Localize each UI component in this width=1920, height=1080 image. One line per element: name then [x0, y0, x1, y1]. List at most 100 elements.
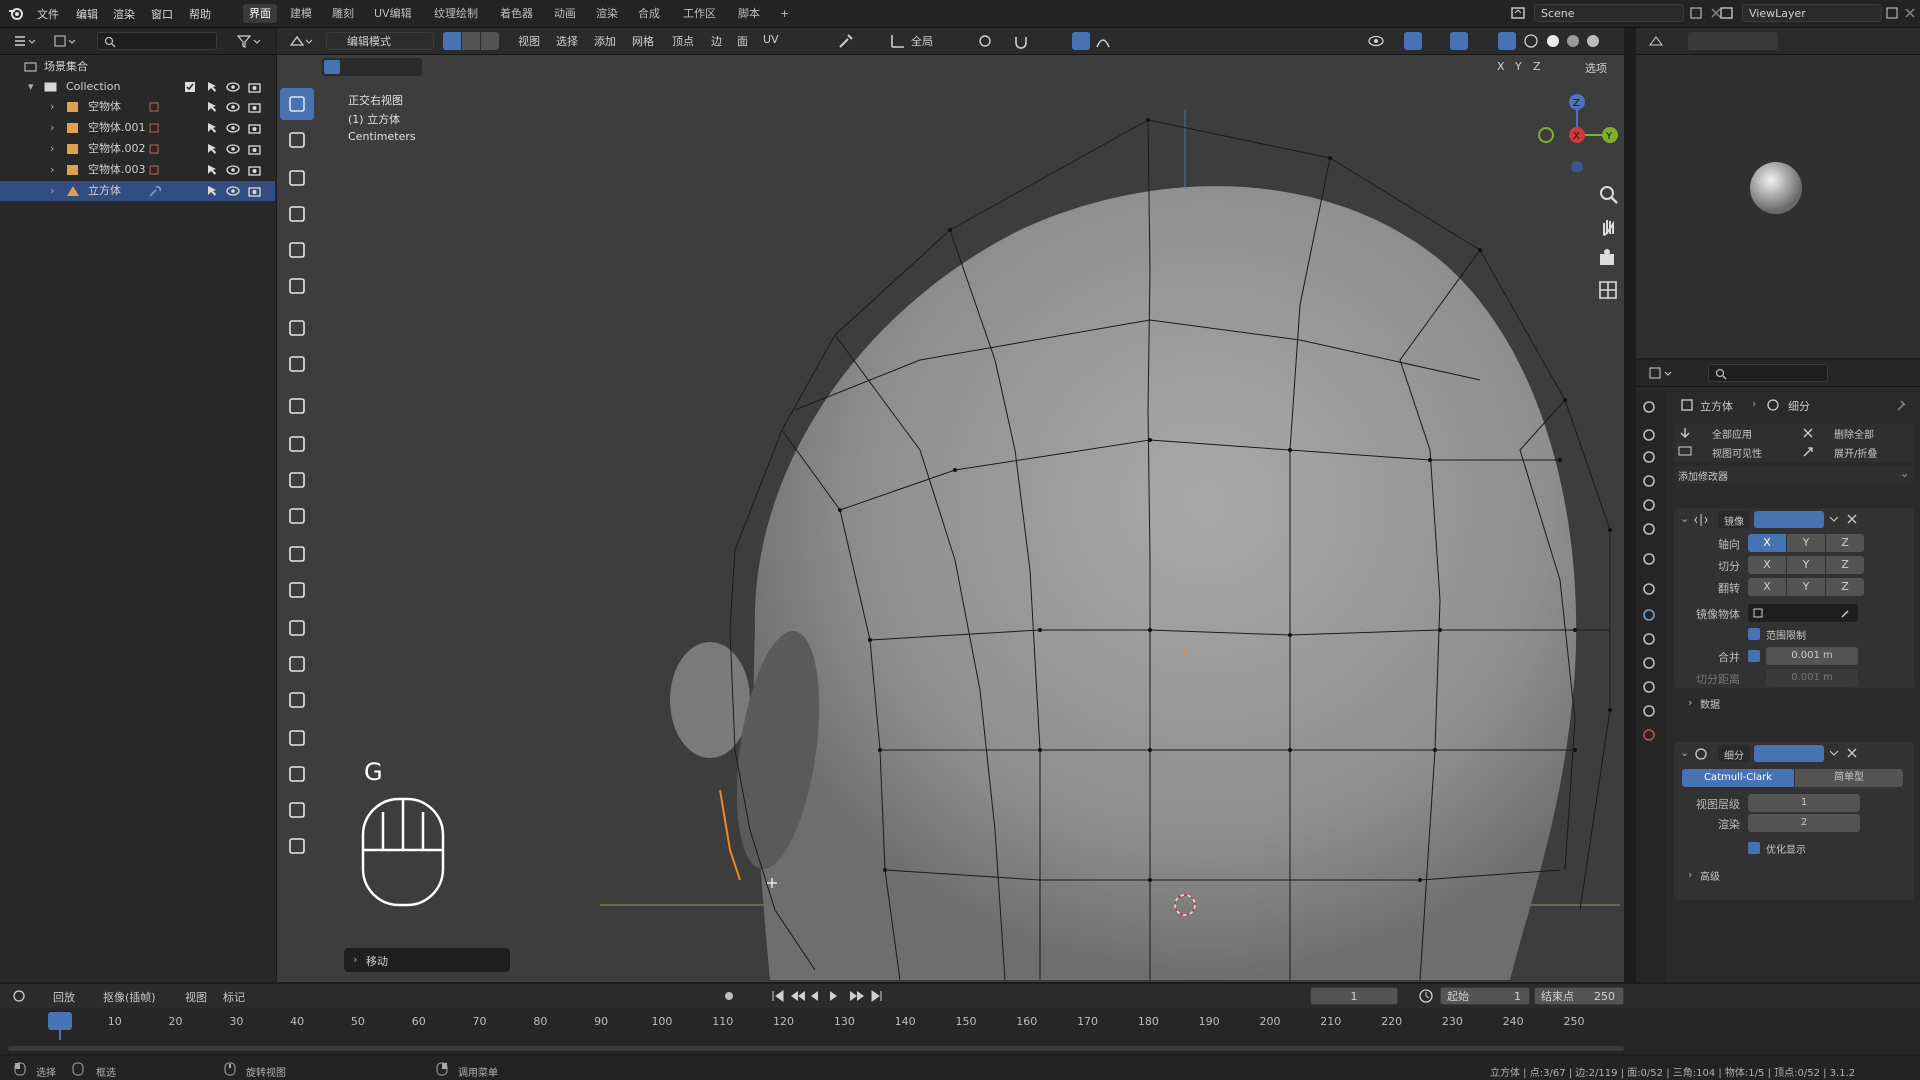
- menu-playback[interactable]: 回放: [53, 989, 75, 1005]
- vertex-select-button[interactable]: [443, 32, 461, 50]
- end-frame-field[interactable]: 结束点 250: [1534, 987, 1624, 1005]
- menu-render[interactable]: 渲染: [113, 6, 135, 22]
- optimal-display-checkbox[interactable]: [1748, 842, 1760, 854]
- properties-search-input[interactable]: [1708, 364, 1828, 382]
- start-frame-field[interactable]: 起始 1: [1440, 987, 1530, 1005]
- menu-edge[interactable]: 边: [711, 33, 722, 49]
- data-subpanel[interactable]: › 数据: [1674, 694, 1914, 712]
- preview-editor-type-icon[interactable]: [1648, 33, 1674, 49]
- add-modifier-dropdown[interactable]: 添加修改器 ⌄: [1674, 466, 1914, 484]
- subdivision-display-toggles[interactable]: [1754, 745, 1824, 762]
- mirror-display-toggles[interactable]: [1754, 511, 1824, 528]
- scene-icon[interactable]: [1510, 5, 1528, 21]
- viewlayer-icon[interactable]: [1718, 5, 1736, 21]
- tool-button-transform[interactable]: [280, 270, 314, 302]
- tab-shading[interactable]: 着色器: [494, 4, 539, 23]
- bisect-y[interactable]: Y: [1787, 556, 1825, 574]
- tree-scene-collection[interactable]: 场景集合: [0, 57, 275, 77]
- proportional-edit-toggle[interactable]: [1072, 32, 1090, 50]
- pivot-icon[interactable]: [976, 31, 1008, 51]
- last-operator-panel[interactable]: › 移动: [344, 948, 510, 972]
- visibility-selectability-icon[interactable]: [1366, 31, 1392, 51]
- new-viewlayer-icon[interactable]: [1884, 5, 1900, 21]
- menu-marker[interactable]: 标记: [223, 989, 245, 1005]
- properties-tab-render[interactable]: [1640, 426, 1662, 448]
- tool-button-rotate[interactable]: [280, 198, 314, 230]
- properties-tab-tool[interactable]: [1640, 398, 1662, 420]
- camera-view-icon[interactable]: [1596, 246, 1622, 272]
- catmull-clark-button[interactable]: Catmull-Clark: [1682, 769, 1794, 787]
- bisect-x[interactable]: X: [1748, 556, 1786, 574]
- tab-rendering[interactable]: 渲染: [590, 4, 624, 23]
- mirror-object-field[interactable]: [1748, 604, 1858, 622]
- subdivision-name-field[interactable]: 细分: [1718, 745, 1750, 762]
- menu-select[interactable]: 选择: [556, 33, 578, 49]
- eyedropper-icon[interactable]: [836, 31, 858, 51]
- properties-tab-scene[interactable]: [1640, 496, 1662, 518]
- overlay-toggle[interactable]: [1450, 32, 1468, 50]
- select-new-button[interactable]: [324, 60, 340, 74]
- tab-compositing[interactable]: 合成: [632, 4, 666, 23]
- properties-tab-view-layer[interactable]: [1640, 472, 1662, 494]
- advanced-label[interactable]: 高级: [1700, 868, 1720, 883]
- outliner-search-input[interactable]: [97, 32, 217, 50]
- menu-file[interactable]: 文件: [37, 6, 59, 22]
- tab-layout[interactable]: 界面: [243, 4, 277, 23]
- menu-vertex[interactable]: 顶点: [672, 33, 694, 49]
- add-workspace-button[interactable]: +: [774, 4, 795, 23]
- expand-arrow-icon[interactable]: ▾: [28, 77, 34, 97]
- snap-icon[interactable]: [1012, 31, 1052, 51]
- preview-mode-selector[interactable]: [1688, 32, 1778, 50]
- current-frame-field[interactable]: 1: [1310, 987, 1398, 1005]
- options-dropdown[interactable]: 选项: [1585, 60, 1607, 76]
- eye-icon[interactable]: [226, 143, 240, 155]
- viewport-visibility-button[interactable]: 视图可见性: [1712, 445, 1762, 460]
- menu-help[interactable]: 帮助: [189, 6, 211, 22]
- camera-icon[interactable]: [248, 164, 262, 176]
- viewport-levels-field[interactable]: 1: [1748, 794, 1860, 812]
- tool-button-inset[interactable]: [280, 464, 314, 496]
- flip-y[interactable]: Y: [1787, 578, 1825, 596]
- close-icon[interactable]: [1846, 513, 1858, 525]
- bisect-z[interactable]: Z: [1826, 556, 1864, 574]
- expand-arrow-icon[interactable]: ›: [50, 97, 54, 117]
- camera-icon[interactable]: [248, 143, 262, 155]
- shading-modes-icon[interactable]: [1522, 31, 1602, 51]
- tab-modeling[interactable]: 建模: [284, 4, 318, 23]
- simple-button[interactable]: 简单型: [1795, 769, 1903, 787]
- tab-scripting[interactable]: 脚本: [732, 4, 766, 23]
- tool-button-shrink[interactable]: [280, 758, 314, 790]
- flip-x[interactable]: X: [1748, 578, 1786, 596]
- select-arrow-icon[interactable]: [206, 164, 218, 176]
- clipping-checkbox[interactable]: [1748, 628, 1760, 640]
- tool-button-scale[interactable]: [280, 234, 314, 266]
- outliner-item[interactable]: › 空物体.003: [0, 160, 275, 180]
- properties-tab-data[interactable]: [1640, 702, 1662, 724]
- tool-button-rip[interactable]: [280, 830, 314, 862]
- properties-tab-world[interactable]: [1640, 520, 1662, 542]
- tool-button-loopcut[interactable]: [280, 538, 314, 570]
- transform-orientation-label[interactable]: 全局: [911, 33, 933, 49]
- falloff-icon[interactable]: [1094, 31, 1122, 51]
- editor-type-icon[interactable]: [12, 33, 36, 49]
- zoom-icon[interactable]: [1596, 182, 1622, 208]
- orientation-icon[interactable]: [888, 31, 908, 51]
- properties-tab-object[interactable]: [1640, 580, 1662, 602]
- menu-keying[interactable]: 抠像(插帧): [103, 989, 156, 1005]
- outliner-item[interactable]: › 空物体.002: [0, 139, 275, 159]
- tool-button-smooth[interactable]: [280, 684, 314, 716]
- mode-selector[interactable]: 编辑模式: [326, 32, 434, 50]
- axis-z-toggle[interactable]: Z: [1533, 60, 1541, 73]
- camera-icon[interactable]: [248, 81, 262, 93]
- menu-add[interactable]: 添加: [594, 33, 616, 49]
- tool-button-polybuild[interactable]: [280, 612, 314, 644]
- tree-collection[interactable]: ▾ Collection: [0, 77, 275, 97]
- playhead[interactable]: [48, 1012, 72, 1030]
- flip-z[interactable]: Z: [1826, 578, 1864, 596]
- select-arrow-icon[interactable]: [206, 122, 218, 134]
- tab-workspace[interactable]: 工作区: [677, 4, 722, 23]
- expand-arrow-icon[interactable]: ›: [1688, 868, 1692, 881]
- tool-button-extrude[interactable]: [280, 428, 314, 460]
- camera-icon[interactable]: [248, 122, 262, 134]
- properties-tab-output[interactable]: [1640, 448, 1662, 470]
